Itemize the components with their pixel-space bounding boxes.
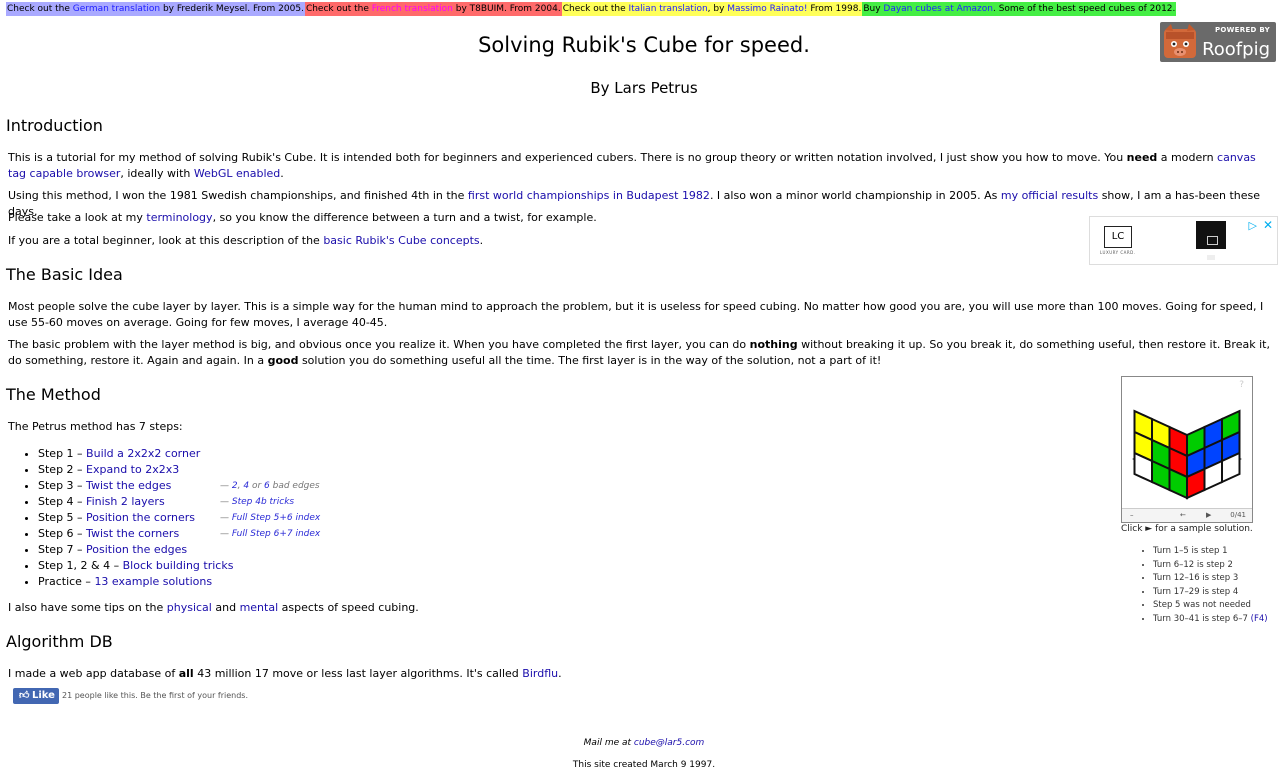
roofpig-logo[interactable]: POWERED BY Roofpig [1160, 22, 1276, 62]
heading-method: The Method [6, 385, 101, 404]
step-item: Step 2 – Expand to 2x2x3 [38, 462, 233, 478]
turn-item: Turn 6–12 is step 2 [1153, 559, 1268, 573]
turn-item: Turn 12–16 is step 3 [1153, 572, 1268, 586]
banner-dayan: Buy Dayan cubes at Amazon. Some of the b… [862, 2, 1177, 16]
reset-button[interactable]: – [1130, 509, 1134, 522]
birdflu-link[interactable]: Birdflu [522, 667, 558, 680]
intro-paragraph-4: If you are a total beginner, look at thi… [8, 234, 484, 247]
ad-indicator [1207, 255, 1215, 260]
algdb-paragraph: I made a web app database of all 43 mill… [8, 667, 562, 680]
block-building-link[interactable]: Block building tricks [123, 559, 234, 572]
footer-created: This site created March 9 1997. [572, 760, 716, 770]
step-3-note: — 2, 4 or 6 bad edges [220, 481, 320, 491]
advertisement[interactable]: LC LUXURY CARD. ▷ ✕ [1089, 216, 1278, 265]
banner-german: Check out the German translation by Fred… [6, 2, 305, 16]
turn-item: Turn 1–5 is step 1 [1153, 545, 1268, 559]
step-4-note: — Step 4b tricks [220, 497, 295, 507]
rubiks-cube-icon [1132, 409, 1242, 500]
heading-algorithm-db: Algorithm DB [6, 632, 113, 651]
official-results-link[interactable]: my official results [1001, 189, 1098, 202]
f4-link[interactable]: (F4) [1251, 614, 1268, 624]
step-item: Practice – 13 example solutions [38, 574, 233, 590]
ad-card-image [1196, 221, 1226, 249]
turn-item: Turn 30–41 is step 6–7 (F4) [1153, 613, 1268, 627]
step-back-button[interactable]: ← [1180, 509, 1186, 522]
ad-logo: LC [1104, 226, 1132, 248]
move-counter: 0/41 [1230, 511, 1246, 519]
steps-list: Step 1 – Build a 2x2x2 corner Step 2 – E… [22, 446, 320, 590]
ad-caption: LUXURY CARD. [1100, 250, 1136, 255]
webgl-link[interactable]: WebGL enabled [194, 167, 280, 180]
step-4-link[interactable]: Finish 2 layers [86, 495, 165, 508]
step-2-link[interactable]: Expand to 2x2x3 [86, 463, 179, 476]
like-count-text: 21 people like this. Be the first of you… [62, 691, 249, 700]
translation-banner: Check out the German translation by Fred… [6, 2, 1177, 16]
step-7-link[interactable]: Position the edges [86, 543, 187, 556]
french-translation-link[interactable]: French translation [372, 4, 453, 14]
page-title: Solving Rubik's Cube for speed. [478, 33, 810, 57]
step-6-link[interactable]: Twist the corners [86, 527, 179, 540]
banner-french: Check out the French translation by T8BU… [304, 2, 562, 16]
step-item: Step 3 – Twist the edges — 2, 4 or 6 bad… [38, 478, 320, 494]
turns-list: Turn 1–5 is step 1 Turn 6–12 is step 2 T… [1137, 545, 1268, 627]
step-3-link[interactable]: Twist the edges [86, 479, 171, 492]
step-item: Step 1 – Build a 2x2x2 corner [38, 446, 233, 462]
pig-icon [1164, 24, 1196, 58]
step-item: Step 6 – Twist the corners — Full Step 6… [38, 526, 320, 542]
method-intro: The Petrus method has 7 steps: [8, 420, 183, 433]
turn-item: Step 5 was not needed [1153, 599, 1268, 613]
roofpig-name: Roofpig [1202, 39, 1270, 60]
powered-by-label: POWERED BY [1214, 26, 1270, 34]
thumbs-up-icon: 👍︎ [19, 690, 30, 701]
step-6-note: — Full Step 6+7 index [220, 529, 321, 539]
step-item: Step 1, 2 & 4 – Block building tricks [38, 558, 233, 574]
ad-choices-icon[interactable]: ▷ [1249, 219, 1257, 232]
basic-concepts-link[interactable]: basic Rubik's Cube concepts [323, 234, 479, 247]
tips-paragraph: I also have some tips on the physical an… [8, 601, 419, 614]
page-author: By Lars Petrus [590, 79, 698, 97]
banner-italian: Check out the Italian translation, by Ma… [561, 2, 863, 16]
player-controls: – ← ▶ 0/41 [1122, 508, 1252, 522]
ad-card-logo [1207, 236, 1218, 245]
heading-introduction: Introduction [6, 116, 103, 135]
basic-paragraph-2: The basic problem with the layer method … [8, 338, 1270, 367]
ad-close-icon[interactable]: ✕ [1263, 218, 1273, 232]
step-1-link[interactable]: Build a 2x2x2 corner [86, 447, 200, 460]
step-item: Step 4 – Finish 2 layers — Step 4b trick… [38, 494, 294, 510]
mental-link[interactable]: mental [240, 601, 279, 614]
turn-item: Turn 17–29 is step 4 [1153, 586, 1268, 600]
step-6-7-index-link[interactable]: Full Step 6+7 index [232, 529, 320, 539]
email-link[interactable]: cube@lar5.com [634, 738, 704, 748]
play-button[interactable]: ▶ [1206, 509, 1211, 522]
cube-caption: Click ► for a sample solution. [1121, 524, 1253, 534]
terminology-link[interactable]: terminology [146, 211, 212, 224]
budapest-link[interactable]: first world championships in Budapest 19… [468, 189, 710, 202]
step-5-note: — Full Step 5+6 index [220, 513, 321, 523]
dayan-amazon-link[interactable]: Dayan cubes at Amazon [883, 4, 993, 14]
german-translation-link[interactable]: German translation [73, 4, 160, 14]
basic-paragraph-1: Most people solve the cube layer by laye… [8, 300, 1264, 329]
footer-mail: Mail me at cube@lar5.com [583, 738, 705, 748]
step-5-link[interactable]: Position the corners [86, 511, 195, 524]
intro-paragraph-1: This is a tutorial for my method of solv… [8, 151, 1256, 180]
massimo-rainato-link[interactable]: Massimo Rainato! [727, 4, 807, 14]
intro-paragraph-3: Please take a look at my terminology, so… [8, 211, 597, 224]
step-4b-tricks-link[interactable]: Step 4b tricks [232, 497, 294, 507]
cube-player[interactable]: ? – ← ▶ 0/41 [1121, 376, 1253, 523]
step-5-6-index-link[interactable]: Full Step 5+6 index [232, 513, 320, 523]
heading-basic-idea: The Basic Idea [6, 265, 123, 284]
facebook-like-button[interactable]: 👍︎ Like [13, 688, 59, 704]
step-item: Step 5 – Position the corners — Full Ste… [38, 510, 320, 526]
italian-translation-link[interactable]: Italian translation [628, 4, 707, 14]
example-solutions-link[interactable]: 13 example solutions [94, 575, 212, 588]
physical-link[interactable]: physical [167, 601, 212, 614]
step-item: Step 7 – Position the edges [38, 542, 233, 558]
